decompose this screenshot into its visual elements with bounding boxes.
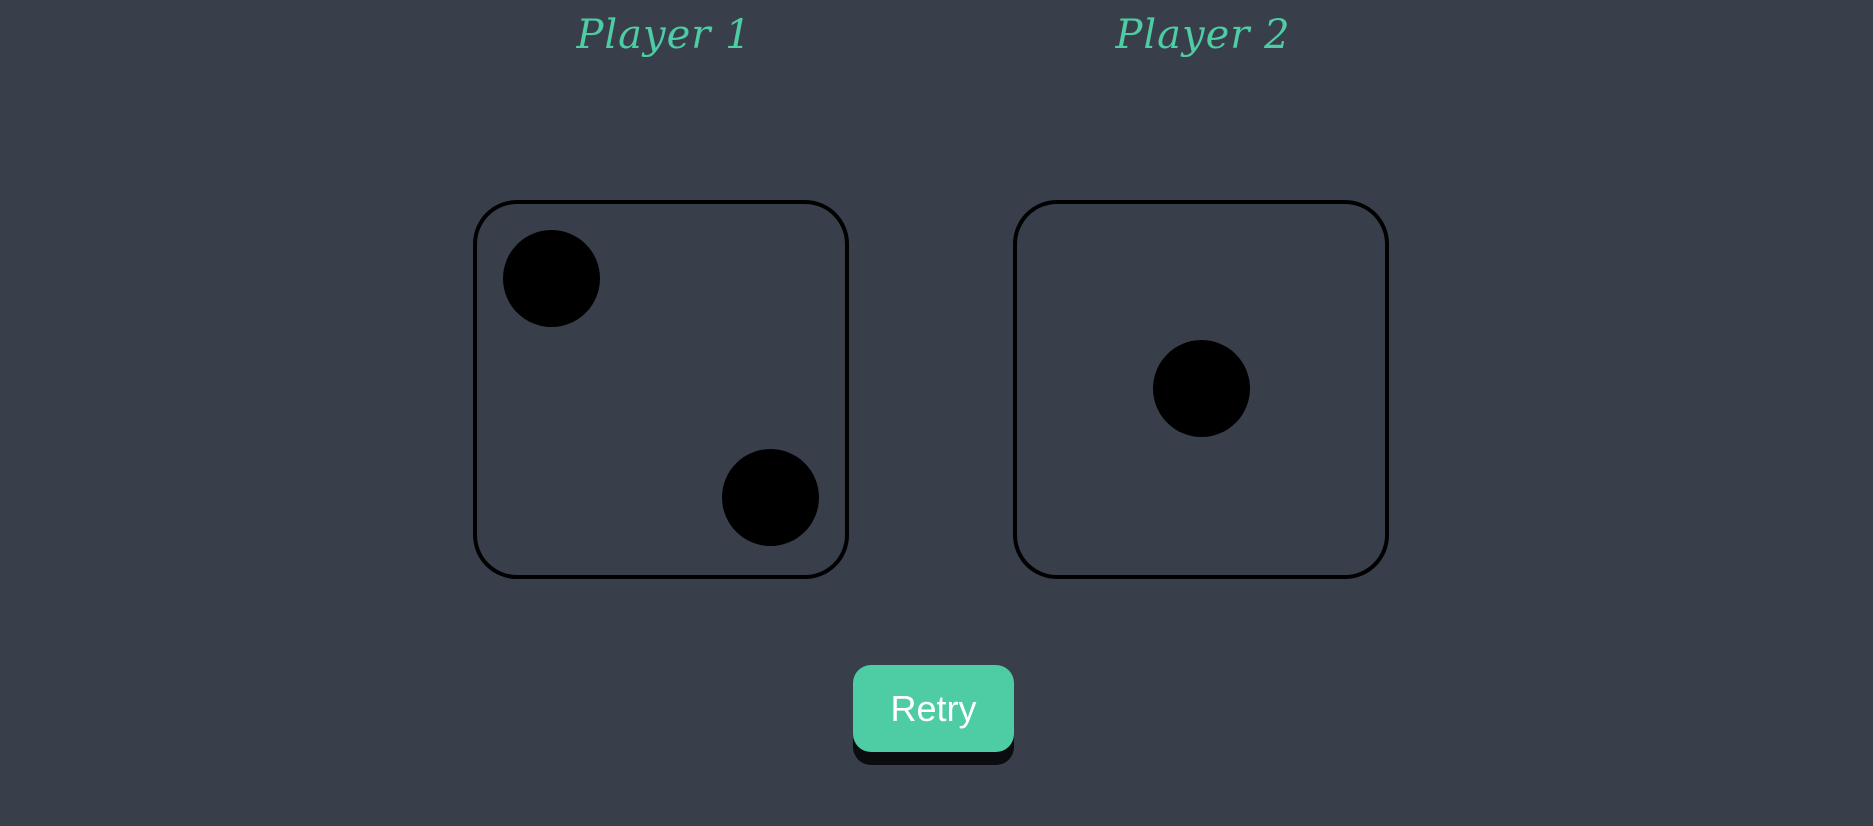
retry-button[interactable]: Retry bbox=[853, 665, 1014, 752]
player-2-die bbox=[1013, 200, 1389, 579]
die-pip bbox=[1152, 339, 1250, 437]
player-1-die bbox=[473, 200, 849, 579]
die-pip bbox=[722, 449, 819, 546]
player-1-label: Player 1 bbox=[576, 12, 752, 58]
die-pip bbox=[503, 230, 600, 327]
player-2-label: Player 2 bbox=[1115, 12, 1291, 58]
